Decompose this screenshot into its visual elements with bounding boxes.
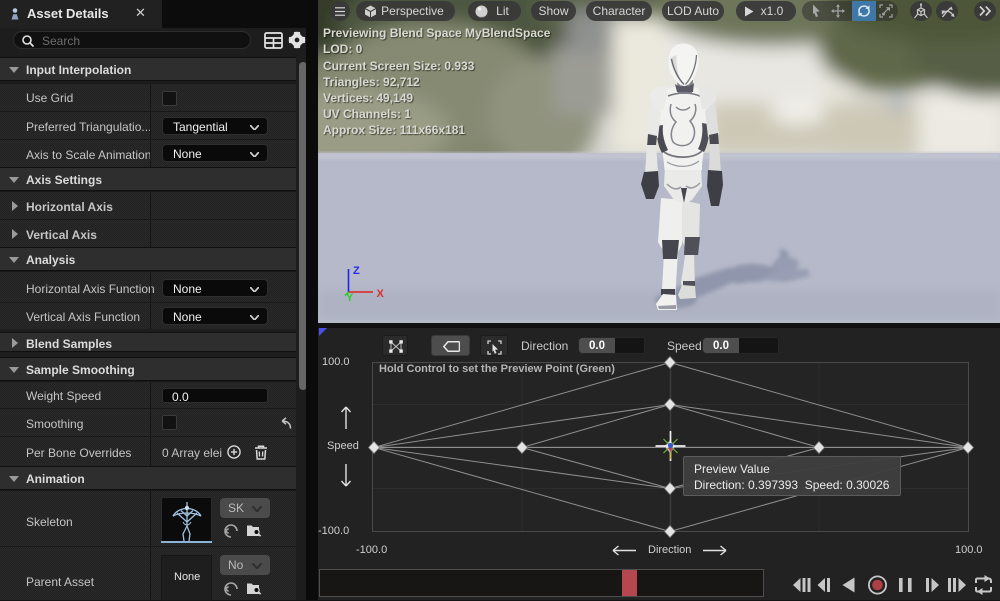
svg-text:Z: Z [353,265,360,277]
svg-text:X: X [377,288,385,300]
svg-text:Y: Y [346,292,354,304]
